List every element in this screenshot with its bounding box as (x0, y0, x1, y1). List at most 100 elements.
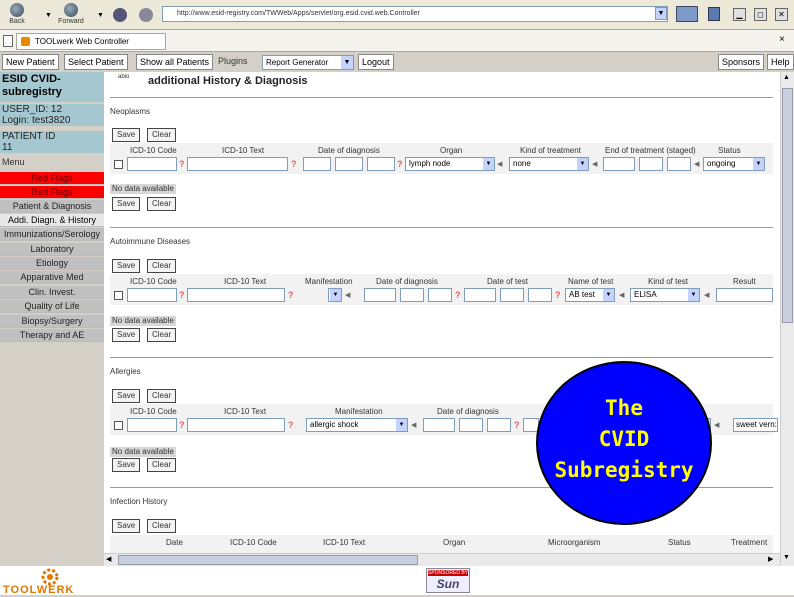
status-select[interactable]: ongoing ▼ (703, 157, 765, 171)
neoplasms-save-button-2[interactable]: Save (112, 197, 141, 211)
help-icon[interactable]: ? (455, 290, 461, 300)
sidebar-item-8[interactable]: Clin. Invest. (0, 286, 104, 299)
back-dropdown-icon[interactable]: ▼ (45, 12, 52, 19)
icd10-text-input[interactable] (187, 288, 285, 302)
close-window-icon[interactable]: ✕ (775, 8, 788, 21)
scroll-left-icon[interactable]: ◀ (106, 555, 111, 563)
neoplasms-clear-button[interactable]: Clear (147, 128, 177, 142)
sponsors-button[interactable]: Sponsors (718, 54, 765, 70)
diag-month-input[interactable] (400, 288, 424, 302)
test-year-input[interactable] (528, 288, 552, 302)
allergies-clear-button-2[interactable]: Clear (147, 458, 177, 472)
scroll-right-icon[interactable]: ▶ (768, 555, 773, 563)
show-all-patients-button[interactable]: Show all Patients (136, 54, 214, 70)
icd10-code-input[interactable] (127, 418, 177, 432)
address-dropdown-icon[interactable]: ▼ (655, 7, 667, 20)
manifestation-select[interactable]: ▼ (328, 288, 342, 302)
allergies-clear-button[interactable]: Clear (147, 389, 177, 403)
horizontal-scrollbar[interactable]: ◀ ▶ (104, 553, 780, 566)
autoimmune-save-button[interactable]: Save (112, 259, 141, 273)
sidebar-item-11[interactable]: Therapy and AE (0, 329, 104, 342)
name-test-select[interactable]: AB test ▼ (565, 288, 615, 302)
plugin-select[interactable]: Report Generator ▼ (262, 55, 354, 70)
treatment-select[interactable]: none ▼ (509, 157, 589, 171)
forward-dropdown-icon[interactable]: ▼ (97, 12, 104, 19)
sidebar-item-9[interactable]: Quality of Life (0, 300, 104, 313)
back-button[interactable]: Back (6, 3, 28, 27)
allergy-trigger-input[interactable]: sweet vern: (733, 418, 778, 432)
autoimmune-save-button-2[interactable]: Save (112, 328, 141, 342)
sidebar-item-7[interactable]: Apparative Med (0, 271, 104, 284)
scroll-down-icon[interactable]: ▼ (783, 554, 790, 561)
address-bar[interactable]: http://www.esid-registry.com/TWWeb/Apps/… (162, 6, 668, 22)
test-day-input[interactable] (464, 288, 496, 302)
end-year-input[interactable] (667, 157, 691, 171)
sidebar-item-5[interactable]: Laboratory (0, 243, 104, 256)
forward-button[interactable]: Forward (58, 3, 84, 27)
help-icon[interactable]: ? (291, 159, 297, 169)
autoimmune-clear-button[interactable]: Clear (147, 259, 177, 273)
select-patient-button[interactable]: Select Patient (64, 54, 128, 70)
row-checkbox[interactable] (114, 421, 123, 430)
maximize-icon[interactable]: ◻ (754, 8, 767, 21)
icd10-code-input[interactable] (127, 157, 177, 171)
browser-tab[interactable]: TOOLwerk Web Controller (16, 33, 166, 50)
allergy-year-input[interactable] (487, 418, 511, 432)
neoplasms-save-button[interactable]: Save (112, 128, 141, 142)
sidebar-item-0[interactable]: Red Flags (0, 172, 104, 185)
new-tab-icon[interactable] (3, 35, 13, 47)
row-checkbox[interactable] (114, 160, 123, 169)
allergy-manifestation-select[interactable]: allergic shock ▼ (306, 418, 408, 432)
diag-year-input[interactable] (428, 288, 452, 302)
minimize-icon[interactable]: ▁ (733, 8, 746, 21)
help-icon[interactable]: ? (555, 290, 561, 300)
hscroll-thumb[interactable] (118, 555, 418, 565)
refresh-icon[interactable] (113, 8, 127, 22)
allergy-month-input[interactable] (459, 418, 483, 432)
kind-test-select[interactable]: ELISA ▼ (630, 288, 700, 302)
sidebar-item-6[interactable]: Etiology (0, 257, 104, 270)
allergies-save-button[interactable]: Save (112, 389, 141, 403)
vertical-scrollbar[interactable]: ▲ ▼ (780, 72, 794, 566)
bookmark-icon[interactable] (708, 7, 720, 21)
sidebar-item-10[interactable]: Biopsy/Surgery (0, 315, 104, 328)
end-day-input[interactable] (603, 157, 635, 171)
neoplasms-clear-button-2[interactable]: Clear (147, 197, 177, 211)
allergies-save-button-2[interactable]: Save (112, 458, 141, 472)
sidebar-item-2[interactable]: Patient & Diagnosis (0, 200, 104, 213)
icd10-text-input[interactable] (187, 418, 285, 432)
stop-icon[interactable] (139, 8, 153, 22)
date-day-input[interactable] (303, 157, 331, 171)
sidebar-item-4[interactable]: Immunizations/Serology (0, 228, 104, 241)
end-month-input[interactable] (639, 157, 663, 171)
test-month-input[interactable] (500, 288, 524, 302)
tab-close-icon[interactable]: × (779, 34, 785, 45)
help-icon[interactable]: ? (179, 290, 185, 300)
help-icon[interactable]: ? (397, 159, 403, 169)
icd10-text-input[interactable] (187, 157, 288, 171)
infection-clear-button[interactable]: Clear (147, 519, 177, 533)
row-checkbox[interactable] (114, 291, 123, 300)
diag-day-input[interactable] (364, 288, 396, 302)
allergy-day-input[interactable] (423, 418, 455, 432)
help-icon[interactable]: ? (514, 420, 520, 430)
help-icon[interactable]: ? (179, 420, 185, 430)
organ-select[interactable]: lymph node ▼ (405, 157, 495, 171)
sidebar-item-3[interactable]: Addi. Diagn. & History (0, 214, 104, 227)
result-input[interactable] (716, 288, 773, 302)
autoimmune-clear-button-2[interactable]: Clear (147, 328, 177, 342)
help-icon[interactable]: ? (288, 420, 294, 430)
scroll-up-icon[interactable]: ▲ (783, 74, 790, 81)
sidebar-item-1[interactable]: Red Flags (0, 186, 104, 199)
new-patient-button[interactable]: New Patient (2, 54, 59, 70)
help-button[interactable]: Help (767, 54, 794, 70)
icd10-code-input[interactable] (127, 288, 177, 302)
scroll-thumb[interactable] (782, 88, 793, 323)
date-month-input[interactable] (335, 157, 363, 171)
date-year-input[interactable] (367, 157, 395, 171)
go-icon[interactable] (676, 6, 698, 22)
help-icon[interactable]: ? (288, 290, 294, 300)
infection-save-button[interactable]: Save (112, 519, 141, 533)
help-icon[interactable]: ? (179, 159, 185, 169)
logout-button[interactable]: Logout (358, 54, 394, 70)
